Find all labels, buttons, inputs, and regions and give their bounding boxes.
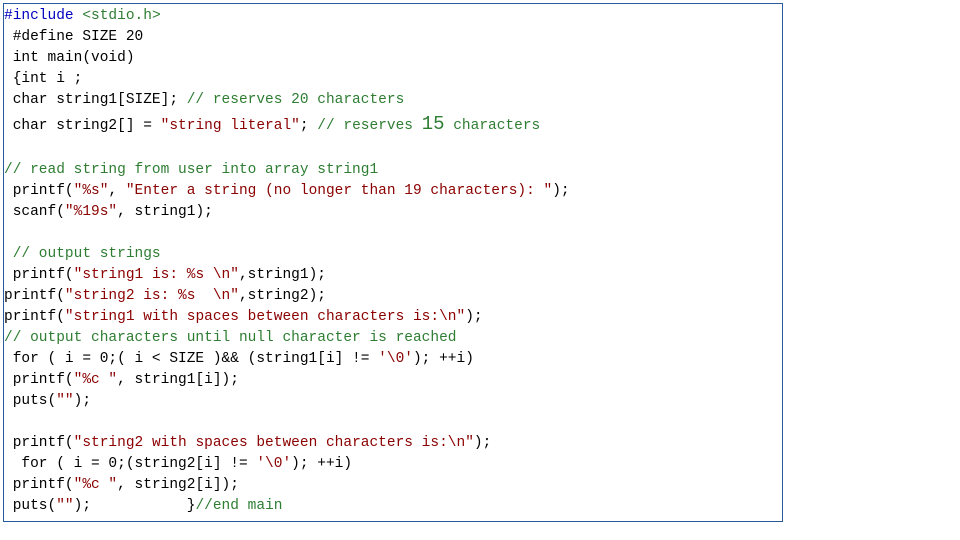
code-line: printf("string1 is: %s \n",string1); xyxy=(4,265,782,286)
string-literal: "Enter a string (no longer than 19 chara… xyxy=(126,183,552,199)
string-literal: "%19s" xyxy=(65,204,117,220)
blank-line xyxy=(4,139,782,160)
blank-line xyxy=(4,223,782,244)
comment: // read string from user into array stri… xyxy=(4,162,378,178)
comment: // output characters until null characte… xyxy=(4,330,456,346)
code-line: for ( i = 0;( i < SIZE )&& (string1[i] !… xyxy=(4,349,782,370)
semicolon: ; xyxy=(300,118,317,134)
code-box: #include <stdio.h> #define SIZE 20 int m… xyxy=(3,3,783,522)
comment: // output strings xyxy=(13,246,161,262)
comment-number: 15 xyxy=(422,113,445,135)
main-sig: int main(void) xyxy=(4,50,135,66)
string-literal: "string2 is: %s \n" xyxy=(65,288,239,304)
code-line: for ( i = 0;(string2[i] != '\0'); ++i) xyxy=(4,454,782,475)
printf-call: printf( xyxy=(4,309,65,325)
code-line: printf("%c ", string2[i]); xyxy=(4,475,782,496)
comment: // reserves xyxy=(317,118,421,134)
code-line: {int i ; xyxy=(4,69,782,90)
string-literal: "string literal" xyxy=(161,118,300,134)
code-line: char string2[] = "string literal"; // re… xyxy=(4,111,782,139)
code-line: puts(""); xyxy=(4,391,782,412)
code-line: printf("string2 with spaces between char… xyxy=(4,433,782,454)
include-header: <stdio.h> xyxy=(74,8,161,24)
code-line: // output strings xyxy=(4,244,782,265)
code-line: scanf("%19s", string1); xyxy=(4,202,782,223)
comment: characters xyxy=(445,118,541,134)
scanf-call: scanf( xyxy=(4,204,65,220)
blank-line xyxy=(4,412,782,433)
string-literal: "string2 with spaces between characters … xyxy=(74,435,474,451)
for-loop: for ( i = 0;(string2[i] != xyxy=(4,456,256,472)
printf-call: printf( xyxy=(4,477,74,493)
char-literal: '\0' xyxy=(378,351,413,367)
code-line: #define SIZE 20 xyxy=(4,27,782,48)
printf-call: printf( xyxy=(4,288,65,304)
char-literal: '\0' xyxy=(256,456,291,472)
string-literal: "string1 is: %s \n" xyxy=(74,267,239,283)
code-line: #include <stdio.h> xyxy=(4,6,782,27)
code-line: char string1[SIZE]; // reserves 20 chara… xyxy=(4,90,782,111)
code-line: // read string from user into array stri… xyxy=(4,160,782,181)
code-line: printf("%s", "Enter a string (no longer … xyxy=(4,181,782,202)
printf-call: printf( xyxy=(4,267,74,283)
decl-string1: char string1[SIZE]; xyxy=(4,92,187,108)
printf-call: printf( xyxy=(4,435,74,451)
comment: //end main xyxy=(195,498,282,514)
include-kw: #include xyxy=(4,8,74,24)
string-literal: "" xyxy=(56,393,73,409)
string-literal: "%s" xyxy=(74,183,109,199)
code-line: printf("%c ", string1[i]); xyxy=(4,370,782,391)
string-literal: "%c " xyxy=(74,372,118,388)
string-literal: "" xyxy=(56,498,73,514)
decl-i: {int i ; xyxy=(4,71,82,87)
string-literal: "string1 with spaces between characters … xyxy=(65,309,465,325)
for-loop: for ( i = 0;( i < SIZE )&& (string1[i] !… xyxy=(4,351,378,367)
code-line: printf("string1 with spaces between char… xyxy=(4,307,782,328)
code-line: printf("string2 is: %s \n",string2); xyxy=(4,286,782,307)
printf-call: printf( xyxy=(4,183,74,199)
puts-call: puts( xyxy=(4,393,56,409)
code-line: // output characters until null characte… xyxy=(4,328,782,349)
code-line: int main(void) xyxy=(4,48,782,69)
printf-call: printf( xyxy=(4,372,74,388)
comment: // reserves 20 characters xyxy=(187,92,405,108)
string-literal: "%c " xyxy=(74,477,118,493)
decl-string2: char string2[] = xyxy=(4,118,161,134)
code-line: puts(""); }//end main xyxy=(4,496,782,517)
define-line: #define SIZE 20 xyxy=(4,29,143,45)
puts-call: puts( xyxy=(4,498,56,514)
